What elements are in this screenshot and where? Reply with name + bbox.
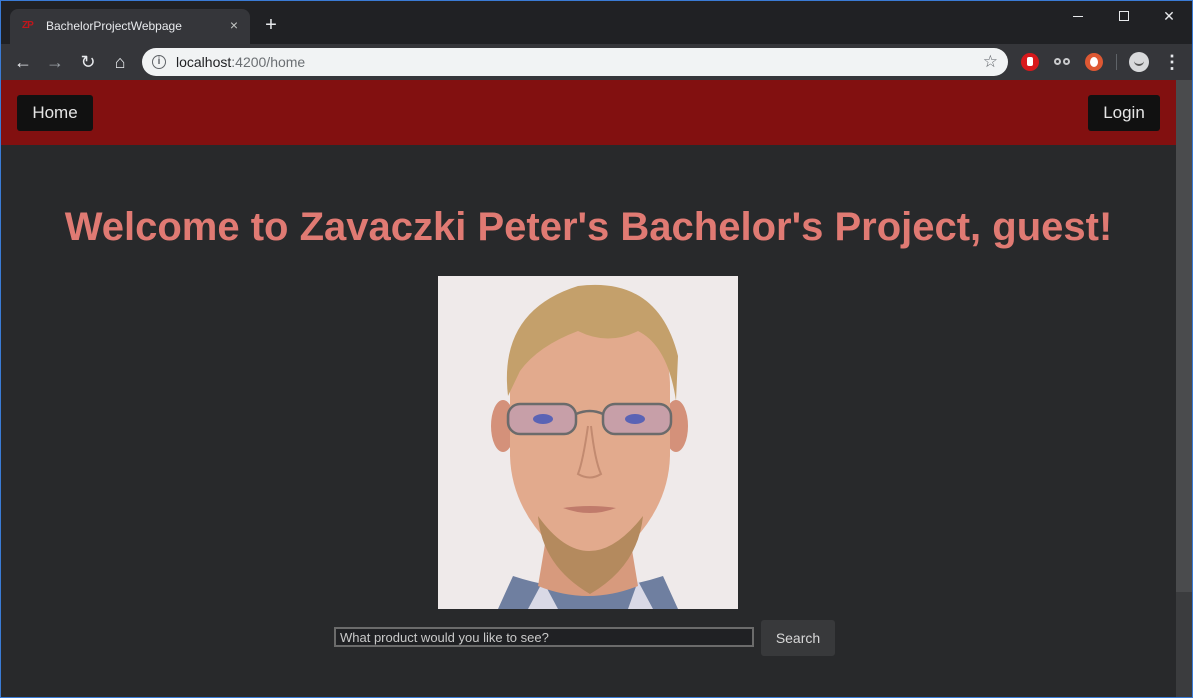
title-bar: ZP BachelorProjectWebpage × + ✕ xyxy=(1,1,1192,44)
adblock-extension-icon[interactable] xyxy=(1021,53,1039,71)
url-host: localhost xyxy=(176,54,232,70)
url-text: localhost:4200/home xyxy=(176,54,305,70)
address-bar[interactable]: i localhost:4200/home ☆ xyxy=(142,48,1008,76)
window-close-icon[interactable]: ✕ xyxy=(1154,5,1184,27)
bookmark-star-icon[interactable]: ☆ xyxy=(983,52,998,72)
window-minimize-icon[interactable] xyxy=(1063,5,1093,27)
page-viewport: Home Login Welcome to Zavaczki Peter's B… xyxy=(1,80,1176,697)
url-path: :4200/home xyxy=(231,54,306,70)
reload-icon[interactable]: ↻ xyxy=(76,50,100,74)
duckduckgo-extension-icon[interactable] xyxy=(1085,53,1103,71)
site-favicon-icon: ZP xyxy=(22,20,34,31)
tab-close-icon[interactable]: × xyxy=(226,17,242,33)
browser-window: ZP BachelorProjectWebpage × + ✕ ← → ↻ ⌂ … xyxy=(0,0,1193,698)
forward-arrow-icon[interactable]: → xyxy=(43,50,67,74)
portrait-illustration xyxy=(438,276,738,609)
profile-avatar-icon[interactable] xyxy=(1129,52,1149,72)
tab-bachelor-project[interactable]: ZP BachelorProjectWebpage × xyxy=(10,9,250,44)
search-button[interactable]: Search xyxy=(761,620,835,656)
site-info-icon[interactable]: i xyxy=(152,55,166,69)
window-maximize-icon[interactable] xyxy=(1109,5,1139,27)
nav-home-button[interactable]: Home xyxy=(17,95,93,131)
product-search-input[interactable] xyxy=(334,627,754,647)
scrollbar-thumb[interactable] xyxy=(1176,80,1192,592)
more-menu-icon[interactable]: ⋮ xyxy=(1163,50,1181,74)
new-tab-plus-icon[interactable]: + xyxy=(260,14,282,36)
nav-login-button[interactable]: Login xyxy=(1088,95,1160,131)
site-navbar: Home Login xyxy=(1,80,1176,145)
toolbar-separator xyxy=(1116,54,1117,70)
home-icon[interactable]: ⌂ xyxy=(108,50,132,74)
page-scrollbar[interactable] xyxy=(1176,80,1192,697)
welcome-heading: Welcome to Zavaczki Peter's Bachelor's P… xyxy=(64,205,1113,249)
back-arrow-icon[interactable]: ← xyxy=(11,50,35,74)
browser-toolbar: ← → ↻ ⌂ i localhost:4200/home ☆ ⋮ xyxy=(1,44,1192,80)
glasses-extension-icon[interactable] xyxy=(1053,53,1071,71)
tab-title: BachelorProjectWebpage xyxy=(46,19,182,33)
profile-photo xyxy=(438,276,738,609)
